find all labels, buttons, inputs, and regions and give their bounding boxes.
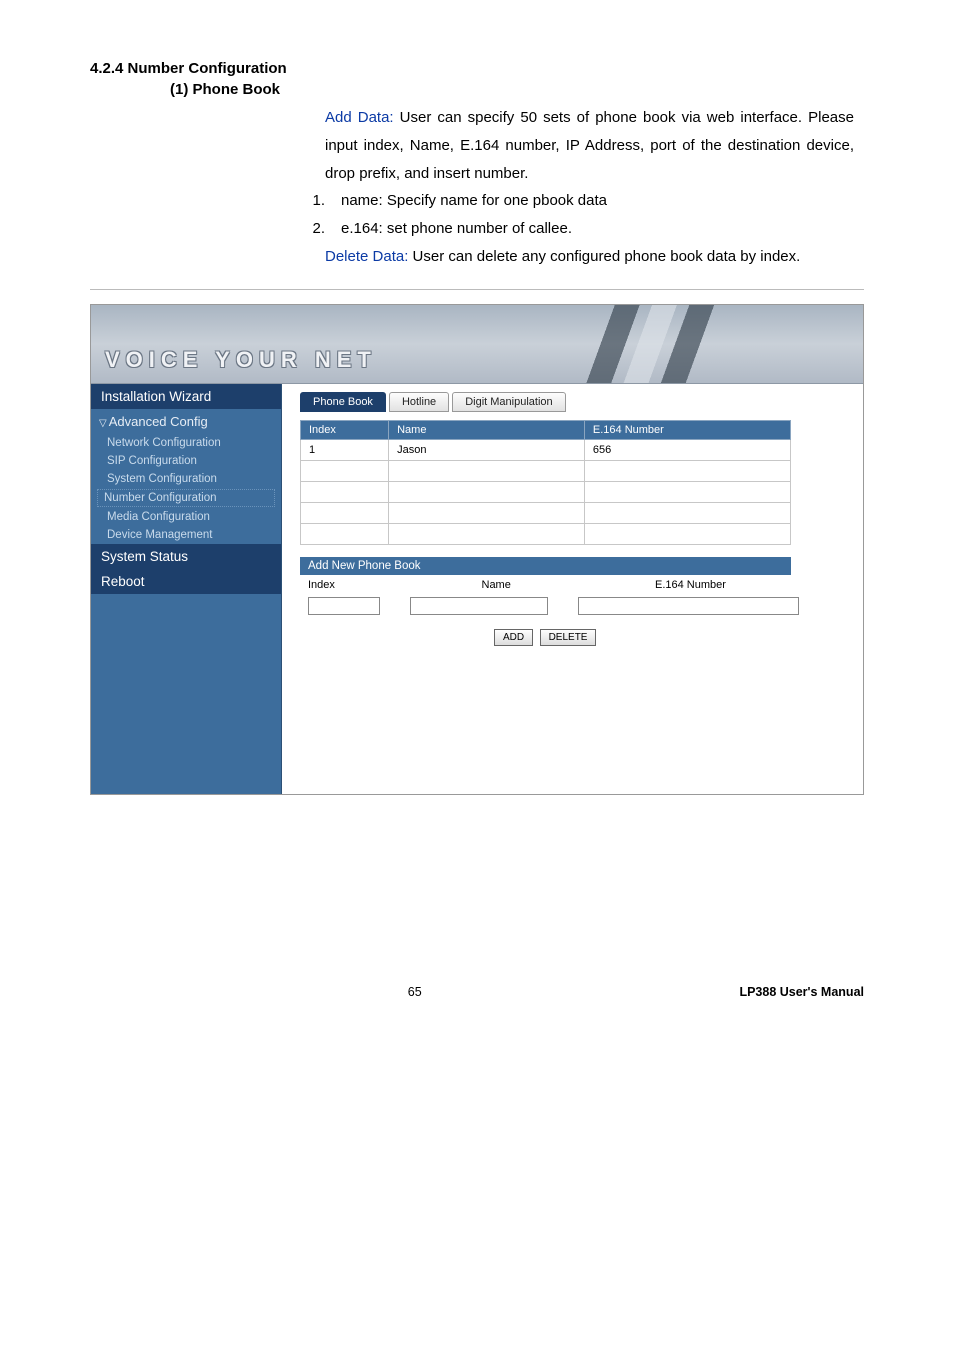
- sidebar-item-device-mgmt[interactable]: Device Management: [91, 526, 281, 544]
- table-row[interactable]: 1 Jason 656: [301, 439, 791, 460]
- page-number: 65: [408, 985, 422, 999]
- sidebar-item-reboot[interactable]: Reboot: [91, 569, 281, 594]
- tab-phone-book[interactable]: Phone Book: [300, 392, 386, 412]
- add-data-text: User can specify 50 sets of phone book v…: [325, 109, 854, 182]
- table-row: [301, 460, 791, 481]
- add-section-labels: Index Name E.164 Number: [300, 575, 807, 595]
- col-header-e164: E.164 Number: [584, 420, 790, 439]
- content-pane: Phone Book Hotline Digit Manipulation In…: [282, 384, 863, 794]
- manual-title: LP388 User's Manual: [739, 985, 864, 999]
- tab-bar: Phone Book Hotline Digit Manipulation: [300, 392, 845, 412]
- list-item: 1. name: Specify name for one pbook data: [295, 187, 864, 215]
- section-heading: 4.2.4 Number Configuration: [90, 60, 864, 77]
- index-input[interactable]: [308, 597, 380, 615]
- delete-data-text: User can delete any configured phone boo…: [413, 248, 801, 265]
- col-header-index: Index: [301, 420, 389, 439]
- sidebar-item-advanced-config[interactable]: Advanced Config: [91, 409, 281, 434]
- banner-graphic: [503, 305, 723, 383]
- cell-e164: 656: [584, 439, 790, 460]
- tab-digit-manipulation[interactable]: Digit Manipulation: [452, 392, 565, 412]
- table-row: [301, 523, 791, 544]
- add-section-inputs: [300, 595, 807, 617]
- sidebar-item-media-config[interactable]: Media Configuration: [91, 508, 281, 526]
- name-input[interactable]: [410, 597, 548, 615]
- phone-book-table: Index Name E.164 Number 1 Jason 656: [300, 420, 791, 545]
- screenshot-container: VOICE YOUR NET Installation Wizard Advan…: [90, 304, 864, 795]
- sidebar-item-number-config[interactable]: Number Configuration: [97, 489, 275, 507]
- e164-input[interactable]: [578, 597, 798, 615]
- list-text: name: Specify name for one pbook data: [341, 187, 607, 215]
- list-text: e.164: set phone number of callee.: [341, 215, 572, 243]
- add-data-label: Add Data:: [325, 109, 400, 126]
- sidebar-item-system-config[interactable]: System Configuration: [91, 470, 281, 488]
- sidebar-item-install-wizard[interactable]: Installation Wizard: [91, 384, 281, 409]
- delete-data-paragraph: Delete Data: User can delete any configu…: [325, 243, 854, 271]
- add-button[interactable]: ADD: [494, 629, 533, 646]
- table-row: [301, 502, 791, 523]
- add-data-paragraph: Add Data: User can specify 50 sets of ph…: [325, 104, 854, 187]
- tab-hotline[interactable]: Hotline: [389, 392, 449, 412]
- cell-name: Jason: [389, 439, 585, 460]
- list-number: 1.: [295, 187, 341, 215]
- sidebar: Installation Wizard Advanced Config Netw…: [91, 384, 282, 794]
- cell-index: 1: [301, 439, 389, 460]
- list-item: 2. e.164: set phone number of callee.: [295, 215, 864, 243]
- col-header-name: Name: [389, 420, 585, 439]
- add-label-e164: E.164 Number: [655, 579, 799, 591]
- banner: VOICE YOUR NET: [91, 305, 863, 384]
- sub-heading: (1) Phone Book: [170, 81, 864, 98]
- sidebar-item-network-config[interactable]: Network Configuration: [91, 434, 281, 452]
- delete-button[interactable]: DELETE: [540, 629, 597, 646]
- add-section-header: Add New Phone Book: [300, 557, 791, 575]
- add-label-index: Index: [308, 579, 452, 591]
- delete-data-label: Delete Data:: [325, 248, 413, 265]
- list-number: 2.: [295, 215, 341, 243]
- sidebar-item-system-status[interactable]: System Status: [91, 544, 281, 569]
- table-row: [301, 481, 791, 502]
- divider: [90, 289, 864, 290]
- banner-text: VOICE YOUR NET: [105, 347, 377, 373]
- sidebar-item-sip-config[interactable]: SIP Configuration: [91, 452, 281, 470]
- add-label-name: Name: [482, 579, 626, 591]
